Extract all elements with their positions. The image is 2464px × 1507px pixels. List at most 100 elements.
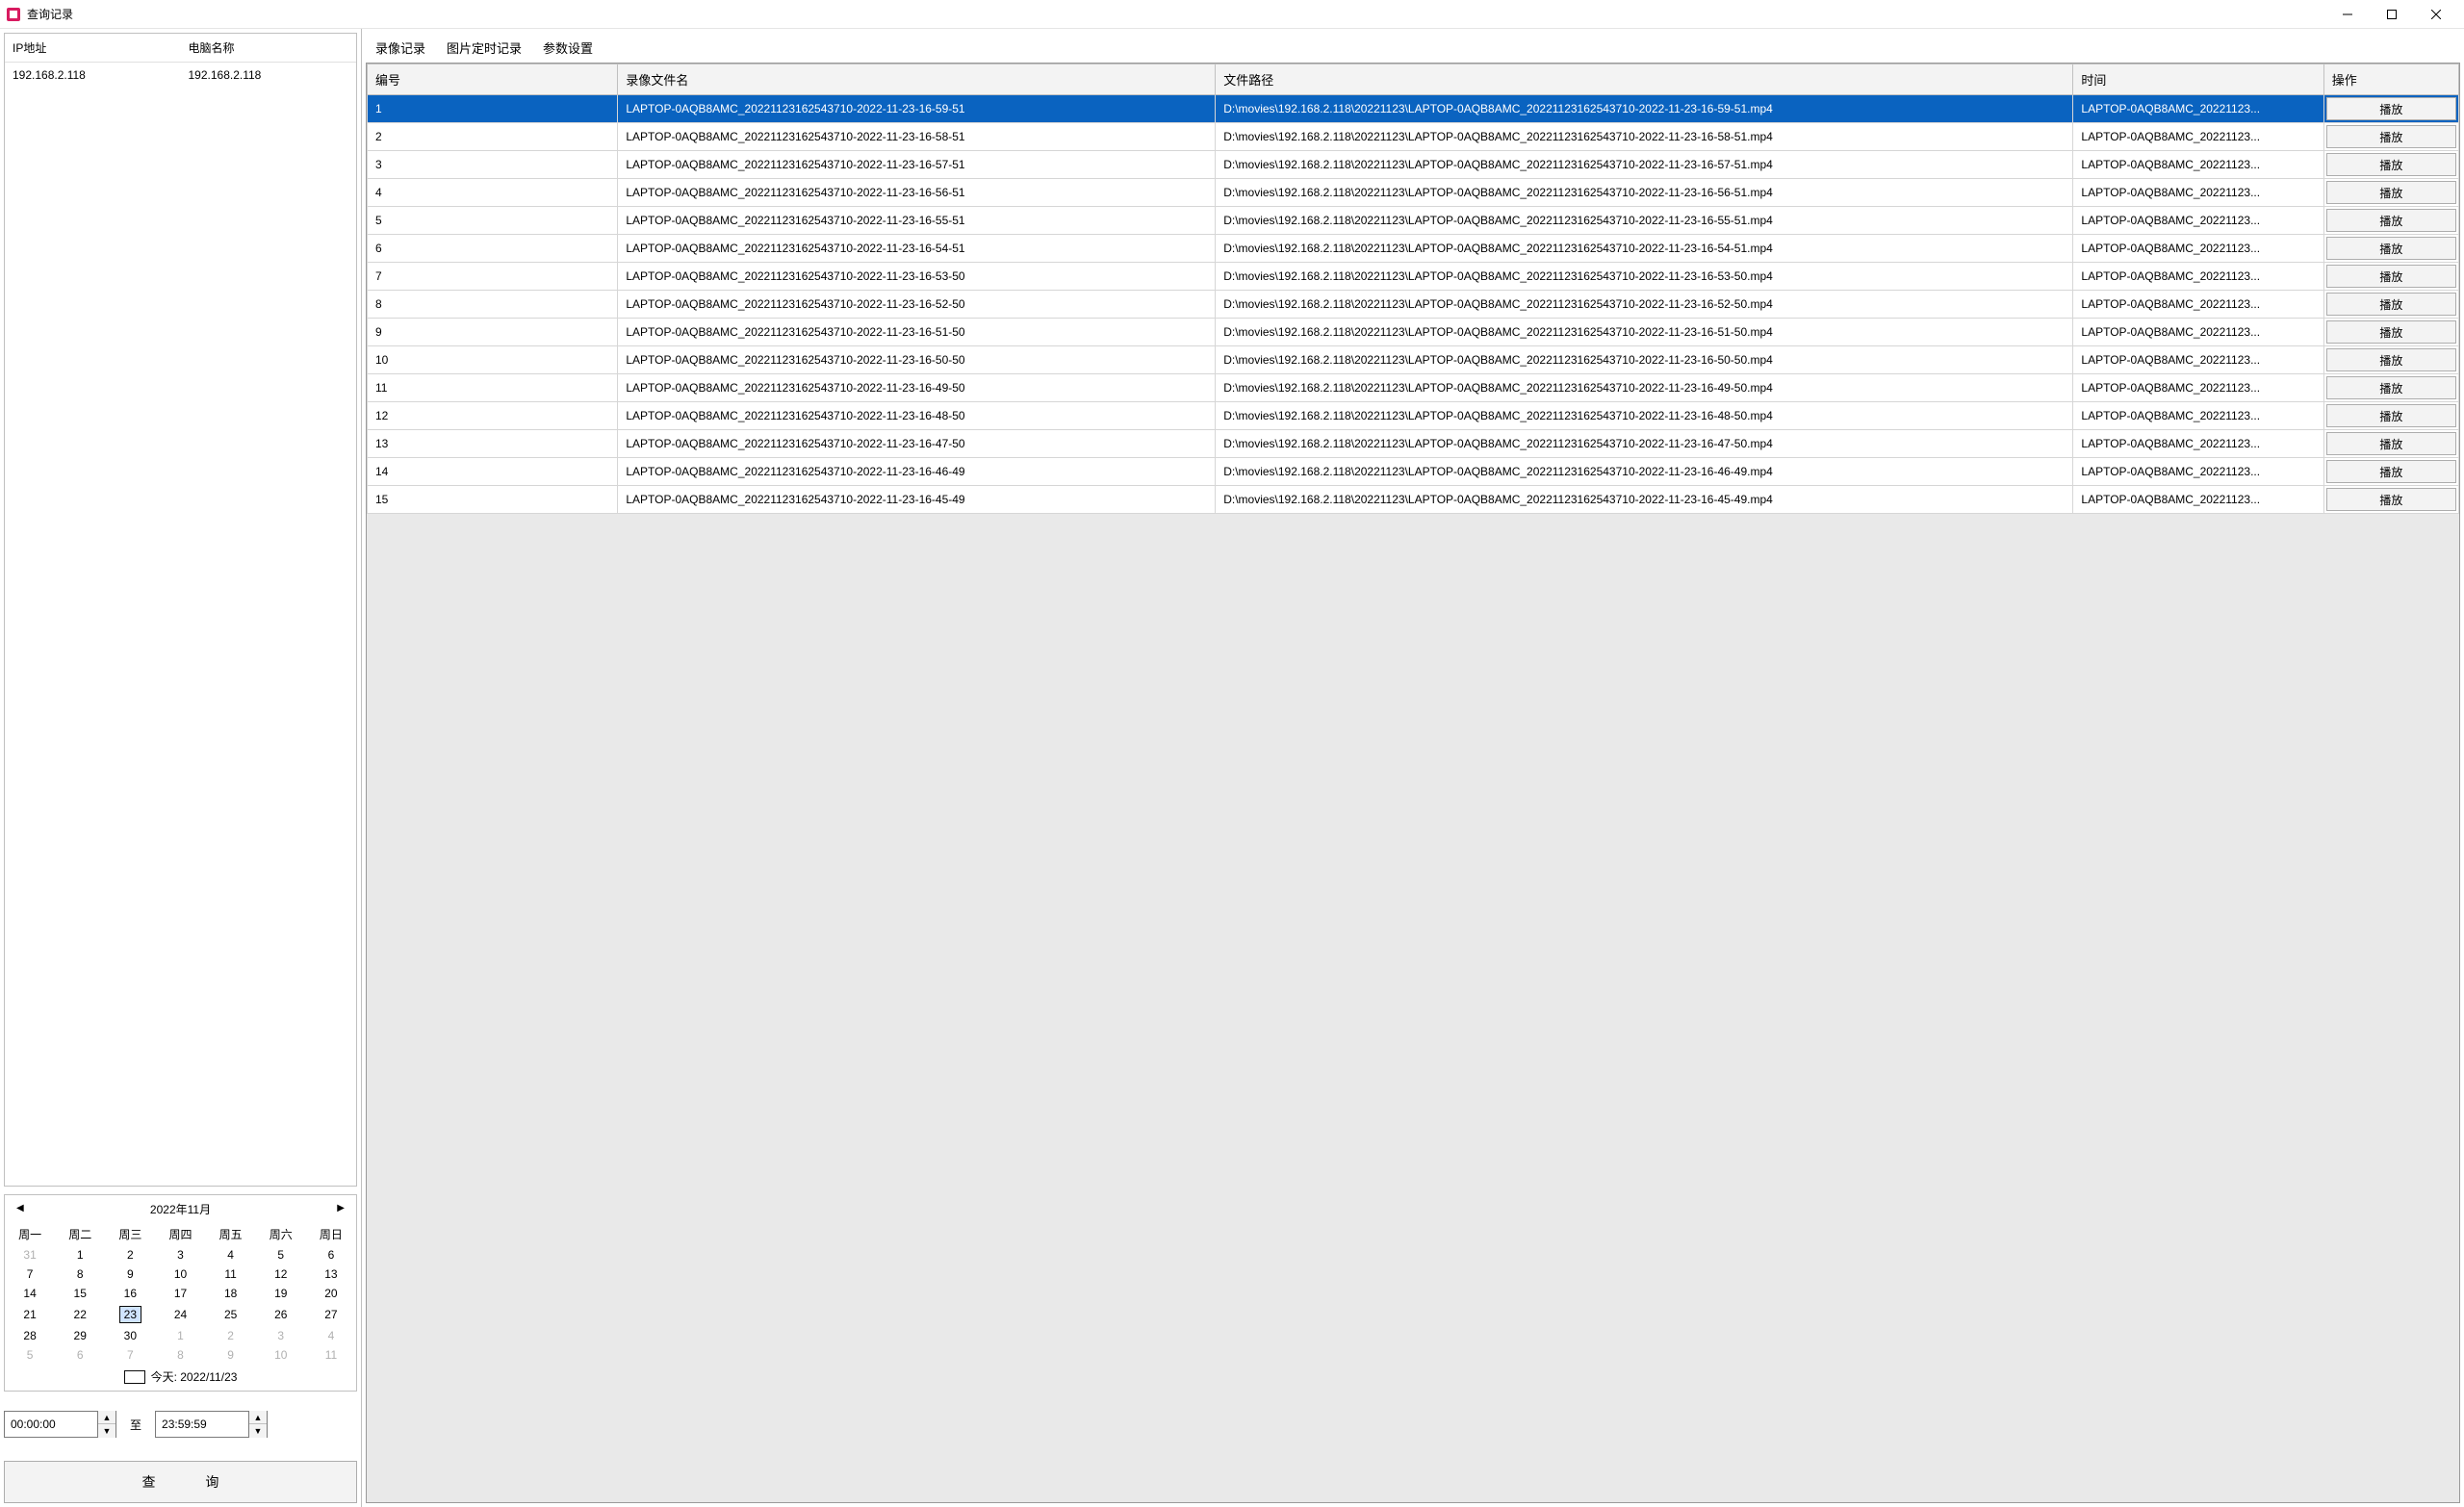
calendar-day[interactable]: 10	[155, 1264, 205, 1284]
calendar-day[interactable]: 18	[206, 1284, 256, 1303]
calendar-next-button[interactable]: ▶	[331, 1201, 350, 1215]
table-row[interactable]: 9LAPTOP-0AQB8AMC_20221123162543710-2022-…	[368, 319, 2459, 346]
calendar-day[interactable]: 19	[256, 1284, 306, 1303]
calendar-day[interactable]: 13	[306, 1264, 356, 1284]
play-button[interactable]: 播放	[2326, 376, 2456, 399]
close-button[interactable]	[2414, 0, 2458, 29]
calendar-day[interactable]: 6	[306, 1245, 356, 1264]
calendar-day[interactable]: 22	[55, 1303, 105, 1326]
table-row[interactable]: 2LAPTOP-0AQB8AMC_20221123162543710-2022-…	[368, 123, 2459, 151]
calendar-prev-button[interactable]: ◀	[11, 1201, 30, 1215]
play-button[interactable]: 播放	[2326, 432, 2456, 455]
time-from-input[interactable]	[5, 1412, 97, 1437]
play-button[interactable]: 播放	[2326, 488, 2456, 511]
table-row[interactable]: 15LAPTOP-0AQB8AMC_20221123162543710-2022…	[368, 486, 2459, 514]
ip-list-row[interactable]: 192.168.2.118192.168.2.118	[5, 63, 356, 89]
play-button[interactable]: 播放	[2326, 153, 2456, 176]
calendar-day[interactable]: 30	[105, 1326, 155, 1345]
query-button[interactable]: 查 询	[4, 1461, 357, 1503]
table-row[interactable]: 4LAPTOP-0AQB8AMC_20221123162543710-2022-…	[368, 179, 2459, 207]
calendar-day[interactable]: 1	[155, 1326, 205, 1345]
calendar-day[interactable]: 6	[55, 1345, 105, 1365]
maximize-button[interactable]	[2370, 0, 2414, 29]
play-button[interactable]: 播放	[2326, 320, 2456, 344]
time-to-down-button[interactable]: ▼	[249, 1424, 267, 1438]
play-button[interactable]: 播放	[2326, 181, 2456, 204]
table-row[interactable]: 13LAPTOP-0AQB8AMC_20221123162543710-2022…	[368, 430, 2459, 458]
calendar-day[interactable]: 7	[5, 1264, 55, 1284]
play-button[interactable]: 播放	[2326, 404, 2456, 427]
calendar-day[interactable]: 7	[105, 1345, 155, 1365]
table-row[interactable]: 12LAPTOP-0AQB8AMC_20221123162543710-2022…	[368, 402, 2459, 430]
calendar-day[interactable]: 4	[206, 1245, 256, 1264]
ip-header[interactable]: IP地址	[5, 34, 181, 63]
calendar-day[interactable]: 25	[206, 1303, 256, 1326]
tab-参数设置[interactable]: 参数设置	[541, 37, 595, 59]
time-from-up-button[interactable]: ▲	[98, 1411, 116, 1424]
calendar-day[interactable]: 26	[256, 1303, 306, 1326]
time-from-field[interactable]: ▲ ▼	[4, 1411, 116, 1438]
calendar-day[interactable]: 1	[55, 1245, 105, 1264]
col-header-time[interactable]: 时间	[2073, 64, 2323, 95]
table-row[interactable]: 11LAPTOP-0AQB8AMC_20221123162543710-2022…	[368, 374, 2459, 402]
calendar-day[interactable]: 5	[5, 1345, 55, 1365]
table-row[interactable]: 1LAPTOP-0AQB8AMC_20221123162543710-2022-…	[368, 95, 2459, 123]
calendar-day[interactable]: 27	[306, 1303, 356, 1326]
table-row[interactable]: 6LAPTOP-0AQB8AMC_20221123162543710-2022-…	[368, 235, 2459, 263]
calendar-day[interactable]: 3	[155, 1245, 205, 1264]
play-button[interactable]: 播放	[2326, 293, 2456, 316]
calendar-day[interactable]: 8	[155, 1345, 205, 1365]
table-row[interactable]: 10LAPTOP-0AQB8AMC_20221123162543710-2022…	[368, 346, 2459, 374]
cell-filepath: D:\movies\192.168.2.118\20221123\LAPTOP-…	[1216, 374, 2073, 402]
calendar-day[interactable]: 2	[105, 1245, 155, 1264]
time-to-input[interactable]	[156, 1412, 248, 1437]
calendar-day[interactable]: 12	[256, 1264, 306, 1284]
play-button[interactable]: 播放	[2326, 348, 2456, 371]
tab-图片定时记录[interactable]: 图片定时记录	[445, 37, 524, 59]
col-header-filepath[interactable]: 文件路径	[1216, 64, 2073, 95]
play-button[interactable]: 播放	[2326, 209, 2456, 232]
calendar-day[interactable]: 17	[155, 1284, 205, 1303]
calendar-day[interactable]: 10	[256, 1345, 306, 1365]
calendar-day[interactable]: 5	[256, 1245, 306, 1264]
calendar-day[interactable]: 11	[206, 1264, 256, 1284]
col-header-operation[interactable]: 操作	[2323, 64, 2458, 95]
calendar-day[interactable]: 23	[105, 1303, 155, 1326]
time-to-up-button[interactable]: ▲	[249, 1411, 267, 1424]
calendar-day[interactable]: 14	[5, 1284, 55, 1303]
play-button[interactable]: 播放	[2326, 265, 2456, 288]
time-to-field[interactable]: ▲ ▼	[155, 1411, 268, 1438]
calendar-day[interactable]: 28	[5, 1326, 55, 1345]
play-button[interactable]: 播放	[2326, 460, 2456, 483]
pc-header[interactable]: 电脑名称	[181, 34, 357, 63]
play-button[interactable]: 播放	[2326, 237, 2456, 260]
calendar-today-label[interactable]: 今天: 2022/11/23	[151, 1368, 238, 1385]
calendar-day[interactable]: 3	[256, 1326, 306, 1345]
table-row[interactable]: 3LAPTOP-0AQB8AMC_20221123162543710-2022-…	[368, 151, 2459, 179]
table-row[interactable]: 7LAPTOP-0AQB8AMC_20221123162543710-2022-…	[368, 263, 2459, 291]
play-button[interactable]: 播放	[2326, 125, 2456, 148]
calendar-day[interactable]: 20	[306, 1284, 356, 1303]
col-header-index[interactable]: 编号	[368, 64, 618, 95]
calendar-day[interactable]: 9	[105, 1264, 155, 1284]
table-row[interactable]: 5LAPTOP-0AQB8AMC_20221123162543710-2022-…	[368, 207, 2459, 235]
time-from-down-button[interactable]: ▼	[98, 1424, 116, 1438]
minimize-button[interactable]	[2325, 0, 2370, 29]
calendar-day[interactable]: 2	[206, 1326, 256, 1345]
calendar-day[interactable]: 21	[5, 1303, 55, 1326]
tab-录像记录[interactable]: 录像记录	[373, 37, 427, 59]
calendar-day[interactable]: 15	[55, 1284, 105, 1303]
calendar-title[interactable]: 2022年11月	[150, 1201, 211, 1217]
table-row[interactable]: 8LAPTOP-0AQB8AMC_20221123162543710-2022-…	[368, 291, 2459, 319]
play-button[interactable]: 播放	[2326, 97, 2456, 120]
col-header-filename[interactable]: 录像文件名	[618, 64, 1216, 95]
calendar-day[interactable]: 8	[55, 1264, 105, 1284]
calendar-day[interactable]: 24	[155, 1303, 205, 1326]
table-row[interactable]: 14LAPTOP-0AQB8AMC_20221123162543710-2022…	[368, 458, 2459, 486]
calendar-day[interactable]: 31	[5, 1245, 55, 1264]
calendar-day[interactable]: 11	[306, 1345, 356, 1365]
calendar-day[interactable]: 4	[306, 1326, 356, 1345]
calendar-day[interactable]: 16	[105, 1284, 155, 1303]
calendar-day[interactable]: 9	[206, 1345, 256, 1365]
calendar-day[interactable]: 29	[55, 1326, 105, 1345]
